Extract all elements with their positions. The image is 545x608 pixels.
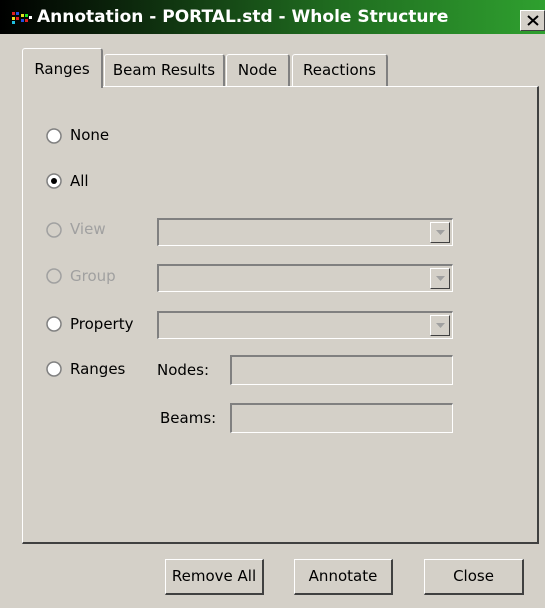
ranges-tab-panel — [22, 86, 539, 544]
tab-node-label: Node — [237, 61, 278, 79]
annotate-button[interactable]: Annotate — [294, 559, 393, 595]
close-button[interactable]: Close — [424, 559, 524, 595]
tab-beam-results[interactable]: Beam Results — [104, 54, 225, 86]
tab-reactions-label: Reactions — [303, 61, 376, 79]
tab-ranges[interactable]: Ranges — [22, 48, 103, 88]
window-title: Annotation - PORTAL.std - Whole Structur… — [37, 7, 449, 27]
tab-ranges-label: Ranges — [34, 60, 90, 78]
close-window-button[interactable] — [520, 10, 545, 31]
annotation-dialog: Annotation - PORTAL.std - Whole Structur… — [0, 0, 545, 608]
tab-beam-results-label: Beam Results — [112, 61, 216, 79]
close-icon — [527, 15, 539, 26]
structure-app-icon — [12, 12, 32, 24]
tab-reactions[interactable]: Reactions — [292, 54, 388, 86]
remove-all-button[interactable]: Remove All — [165, 559, 264, 595]
tab-node[interactable]: Node — [226, 54, 290, 86]
title-bar[interactable]: Annotation - PORTAL.std - Whole Structur… — [0, 0, 545, 34]
